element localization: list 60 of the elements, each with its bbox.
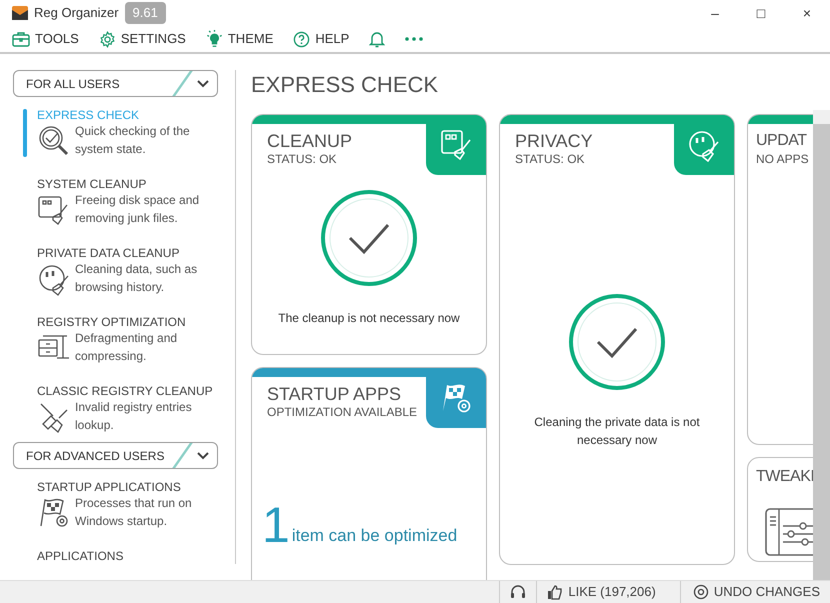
sidebar-item[interactable]: CLASSIC REGISTRY CLEANUP — [37, 383, 218, 399]
item-description: Invalid registry entries lookup. — [75, 399, 193, 434]
app-logo-icon — [12, 6, 28, 20]
maximize-button[interactable]: □ — [738, 0, 784, 26]
ring-icon — [692, 584, 709, 600]
menu-item[interactable]: HELP — [293, 29, 350, 49]
checkmark-ring-icon — [320, 189, 418, 287]
group-dropdown[interactable]: FOR ALL USERS — [13, 70, 218, 97]
like-button[interactable]: LIKE (197,206) — [536, 581, 666, 603]
scrollbar[interactable] — [813, 110, 830, 580]
status-card[interactable]: PRIVACY STATUS: OK Cleaning the private data is not necessary now — [499, 114, 735, 565]
gear-icon — [98, 30, 116, 48]
card-status: STATUS: OK — [515, 152, 585, 167]
card-status: NO APPS — [756, 152, 809, 167]
sidebar-item[interactable]: STARTUP APPLICATIONS — [37, 479, 218, 495]
window-title: Reg Organizer — [34, 4, 119, 22]
face-broom-icon — [687, 128, 721, 162]
thumbs-up-icon — [547, 584, 564, 600]
item-description: Processes that run on Windows startup. — [75, 495, 193, 530]
card-title: CLEANUP — [267, 130, 352, 152]
item-description: Freeing disk space and removing junk files. — [75, 192, 200, 227]
menu-item[interactable]: THEME — [206, 29, 274, 49]
headset-icon[interactable] — [510, 584, 526, 600]
card-title: PRIVACY — [515, 130, 593, 152]
item-count: 1 — [262, 502, 290, 548]
close-button[interactable]: × — [784, 0, 830, 26]
undo-changes-button[interactable]: UNDO CHANGES — [680, 581, 830, 603]
item-description: Cleaning data, such as browsing history. — [75, 261, 198, 296]
item-description: Defragmenting and compressing. — [75, 330, 178, 365]
card-message: item can be optimized — [292, 524, 458, 546]
group-dropdown[interactable]: FOR ADVANCED USERS — [13, 442, 218, 469]
card-status: OPTIMIZATION AVAILABLE — [267, 405, 418, 420]
caret-icon — [197, 452, 209, 460]
card-status: STATUS: OK — [267, 152, 337, 167]
menu-item[interactable]: TOOLS — [12, 29, 79, 49]
monitor-broom-icon — [439, 128, 473, 162]
sidebar-item[interactable]: APPLICATIONS — [37, 548, 218, 564]
card-message: The cleanup is not necessary now — [277, 310, 461, 327]
card-message: Cleaning the private data is not necessary now — [533, 414, 701, 449]
help-icon — [293, 30, 310, 48]
version-badge: 9.61 — [124, 2, 166, 24]
more-icon[interactable] — [405, 37, 424, 41]
magnifier-check-icon — [37, 124, 71, 158]
card-title: UPDAT — [756, 131, 807, 151]
menu-item[interactable]: SETTINGS — [98, 29, 186, 49]
caret-icon — [197, 80, 209, 88]
minimize-button[interactable]: – — [692, 0, 738, 26]
checkmark-ring-icon — [568, 293, 666, 391]
status-card[interactable]: CLEANUP STATUS: OK The cleanup is not necessary now — [251, 114, 487, 355]
sidebar-item[interactable]: SYSTEM CLEANUP — [37, 176, 218, 192]
item-description: Quick checking of the system state. — [75, 123, 191, 158]
lightbulb-icon — [206, 30, 223, 48]
card-title: STARTUP APPS — [267, 383, 402, 405]
page-heading: EXPRESS CHECK — [251, 72, 440, 98]
toolbox-icon — [12, 31, 30, 47]
status-card[interactable]: STARTUP APPS OPTIMIZATION AVAILABLE 1 item can be optimized — [251, 367, 487, 580]
bell-icon[interactable] — [369, 30, 386, 48]
sidebar-item[interactable]: PRIVATE DATA CLEANUP — [37, 245, 218, 261]
sidebar-item[interactable]: REGISTRY OPTIMIZATION — [37, 314, 218, 330]
card-title: TWEAKI — [756, 467, 814, 487]
